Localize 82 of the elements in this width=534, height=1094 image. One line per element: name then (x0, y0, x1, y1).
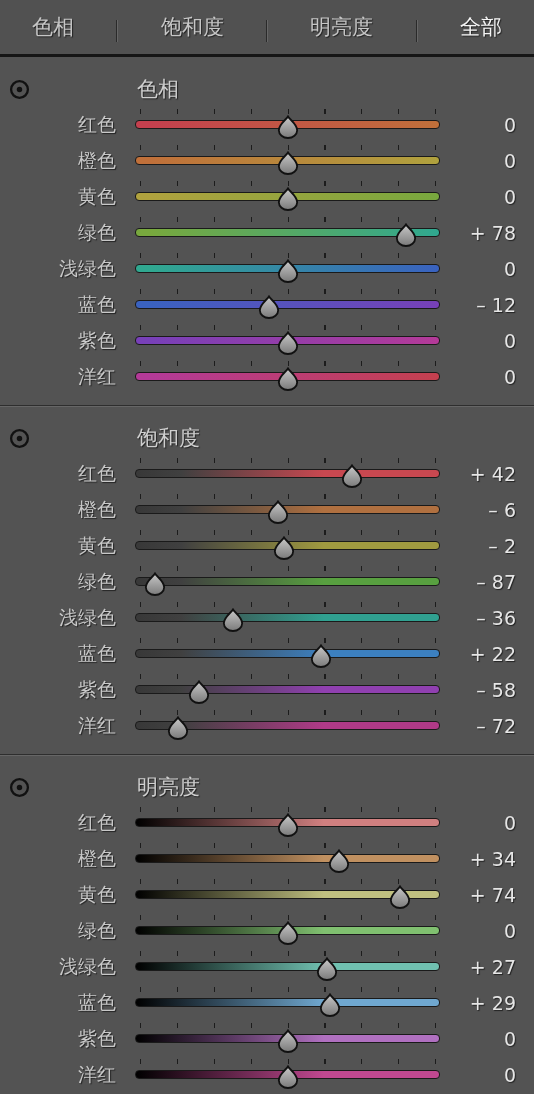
tab[interactable]: 明亮度 (308, 9, 376, 45)
slider-label: 黄色 (77, 533, 116, 558)
slider-label: 红色 (77, 461, 116, 486)
slider-label: 绿色 (77, 569, 116, 594)
slider-label: 蓝色 (77, 641, 116, 666)
slider-value: – 58 (475, 679, 517, 701)
slider-thumb[interactable] (340, 464, 363, 488)
slider-thumb[interactable] (143, 572, 166, 596)
slider-label: 橙色 (77, 148, 116, 173)
slider-thumb[interactable] (188, 680, 211, 704)
slider-thumb[interactable] (276, 331, 299, 355)
slider-value: – 72 (475, 715, 517, 737)
slider-thumb[interactable] (221, 608, 244, 632)
tab[interactable]: 饱和度 (158, 9, 226, 45)
slider-label: 红色 (77, 112, 116, 137)
slider-value: 0 (502, 920, 517, 942)
tab[interactable]: 全部 (457, 9, 504, 45)
slider-value: + 74 (468, 884, 517, 906)
slider-value: – 2 (487, 535, 517, 557)
slider-thumb[interactable] (276, 813, 299, 837)
slider-label: 浅绿色 (58, 256, 116, 281)
slider-value: 0 (502, 1064, 517, 1086)
slider-label: 橙色 (77, 846, 116, 871)
slider-value: – 6 (487, 499, 517, 521)
slider-thumb[interactable] (166, 716, 189, 740)
slider-value: – 36 (475, 607, 517, 629)
slider-thumb[interactable] (276, 151, 299, 175)
slider-value: 0 (502, 114, 517, 136)
slider-label: 黄色 (77, 882, 116, 907)
slider-value: 0 (502, 258, 517, 280)
target-icon[interactable] (9, 427, 30, 449)
slider-value: + 78 (468, 222, 517, 244)
slider-value: + 42 (468, 463, 517, 485)
slider-value: – 12 (475, 294, 517, 316)
slider-thumb[interactable] (395, 223, 418, 247)
slider-label: 橙色 (77, 497, 116, 522)
slider-label: 洋红 (77, 1062, 116, 1087)
slider-label: 洋红 (77, 364, 116, 389)
slider-thumb[interactable] (276, 187, 299, 211)
slider-label: 洋红 (77, 713, 116, 738)
slider-thumb[interactable] (267, 500, 290, 524)
section-title: 明亮度 (137, 774, 200, 801)
slider-value: 0 (502, 812, 517, 834)
slider-thumb[interactable] (316, 957, 339, 981)
slider-value: + 29 (468, 992, 517, 1014)
slider-label: 紫色 (77, 328, 116, 353)
slider-value: 0 (502, 150, 517, 172)
slider-value: + 22 (468, 643, 517, 665)
slider-thumb[interactable] (328, 849, 351, 873)
slider-thumb[interactable] (276, 259, 299, 283)
slider-thumb[interactable] (310, 644, 333, 668)
slider-label: 红色 (77, 810, 116, 835)
target-icon[interactable] (9, 78, 30, 100)
tab[interactable]: 色相 (30, 9, 76, 45)
slider-value: 0 (502, 330, 517, 352)
slider-thumb[interactable] (258, 295, 281, 319)
slider-value: + 27 (468, 956, 517, 978)
slider-label: 绿色 (77, 220, 116, 245)
slider-value: 0 (502, 366, 517, 388)
slider-thumb[interactable] (389, 885, 412, 909)
slider-thumb[interactable] (276, 367, 299, 391)
slider-label: 黄色 (77, 184, 116, 209)
slider-thumb[interactable] (276, 115, 299, 139)
slider-label: 蓝色 (77, 292, 116, 317)
slider-thumb[interactable] (276, 1029, 299, 1053)
section-title: 饱和度 (137, 425, 200, 452)
slider-thumb[interactable] (273, 536, 296, 560)
slider-label: 浅绿色 (58, 954, 116, 979)
section-title: 色相 (137, 76, 179, 103)
slider-label: 绿色 (77, 918, 116, 943)
slider-label: 紫色 (77, 1026, 116, 1051)
target-icon[interactable] (9, 776, 30, 798)
slider-thumb[interactable] (276, 921, 299, 945)
slider-thumb[interactable] (276, 1065, 299, 1089)
slider-label: 浅绿色 (58, 605, 116, 630)
slider-value: 0 (502, 186, 517, 208)
slider-thumb[interactable] (319, 993, 342, 1017)
slider-value: + 34 (468, 848, 517, 870)
slider-value: – 87 (475, 571, 517, 593)
slider-label: 蓝色 (77, 990, 116, 1015)
slider-value: 0 (502, 1028, 517, 1050)
slider-label: 紫色 (77, 677, 116, 702)
